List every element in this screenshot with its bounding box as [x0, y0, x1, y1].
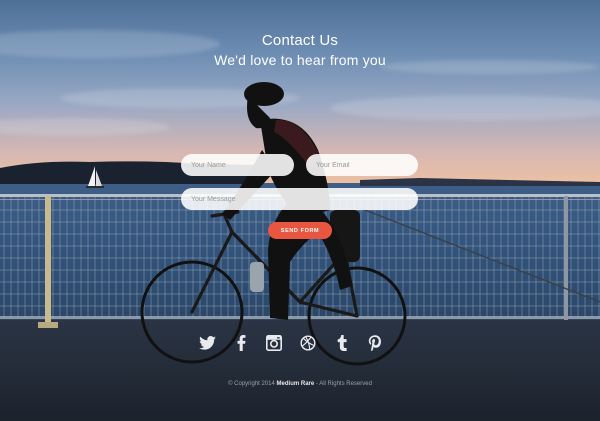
copyright-text: © Copyright 2014: [228, 381, 275, 387]
brand-link[interactable]: Medium Rare: [277, 381, 315, 387]
send-form-button[interactable]: SEND FORM: [268, 222, 332, 239]
footer-copyright: © Copyright 2014 Medium Rare - All Right…: [0, 381, 600, 387]
name-input[interactable]: [181, 154, 294, 176]
pinterest-icon[interactable]: [365, 333, 385, 353]
email-input[interactable]: [306, 154, 418, 176]
dribbble-icon[interactable]: [298, 333, 318, 353]
social-links: [197, 333, 387, 353]
tumblr-icon[interactable]: [332, 333, 352, 353]
twitter-icon[interactable]: [197, 333, 217, 353]
rights-text: - All Rights Reserved: [315, 381, 372, 387]
message-input[interactable]: [181, 188, 418, 210]
facebook-icon[interactable]: [231, 333, 251, 353]
contact-title: Contact Us: [261, 32, 339, 49]
contact-subtitle: We'd love to hear from you: [214, 52, 386, 68]
instagram-icon[interactable]: [264, 333, 284, 353]
